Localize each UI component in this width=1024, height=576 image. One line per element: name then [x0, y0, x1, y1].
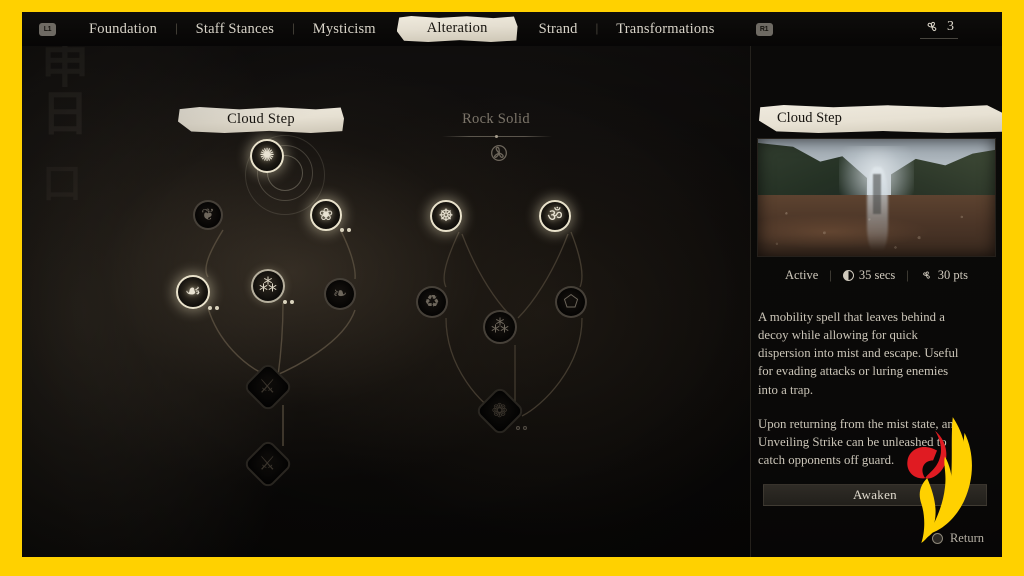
spirit-points-value: 3 — [947, 19, 954, 34]
skill-node-glyph: ❁ — [492, 399, 508, 422]
triskelion-icon — [927, 21, 937, 32]
tab-transformations[interactable]: Transformations — [599, 21, 731, 38]
return-label: Return — [949, 531, 984, 545]
skill-node-rock-solid-center-2[interactable]: ⁂ — [483, 310, 517, 344]
description-paragraph-2: Upon returning from the mist state, an U… — [758, 416, 954, 468]
detail-panel-title: Cloud Step — [759, 105, 1002, 133]
skill-node-rank-pips — [283, 300, 294, 304]
meta-separator: | — [829, 268, 832, 282]
ability-meta-row: Active | 35 secs | 30 pts — [758, 268, 995, 283]
ability-cost-label: 30 pts — [937, 268, 969, 282]
skill-node-rank-pips — [516, 426, 527, 430]
rock-solid-branch-icon — [491, 145, 507, 161]
tab-alteration[interactable]: Alteration — [396, 16, 518, 42]
skill-node-cloud-step-root[interactable]: ✺ — [250, 139, 284, 173]
skill-node-rock-solid-right-1[interactable]: ॐ — [539, 200, 571, 232]
ability-type-label: Active — [784, 268, 819, 282]
skill-node-cloud-step-right-1[interactable]: ❀ — [310, 199, 342, 231]
return-prompt[interactable]: Return — [931, 531, 984, 546]
ability-duration-label: 35 secs — [858, 268, 896, 282]
ability-preview-image — [758, 139, 995, 256]
skill-node-rank-pips — [340, 228, 351, 232]
game-viewport: 申日 口 L1 Foundation | Staff Stances | Mys… — [22, 12, 1002, 557]
skill-node-glyph: ⁂ — [259, 275, 277, 296]
clock-icon — [842, 270, 854, 281]
ability-detail-panel: Cloud Step Active | 35 secs | 30 pts A m… — [750, 46, 1002, 557]
skill-tree-links — [205, 229, 583, 446]
skill-node-glyph: ❧ — [332, 283, 348, 304]
skill-node-cloud-step-left-2[interactable]: ☙ — [176, 275, 210, 309]
awaken-button[interactable]: Awaken — [763, 484, 987, 506]
spirit-icon — [922, 271, 930, 279]
spirit-points-counter: 3 — [920, 19, 958, 39]
skill-node-glyph: ❦ — [201, 205, 215, 224]
ability-description: A mobility spell that leaves behind a de… — [758, 308, 970, 469]
meta-separator: | — [906, 268, 909, 282]
skill-node-glyph: ❀ — [318, 204, 334, 225]
skill-node-cloud-step-center-2[interactable]: ⁂ — [251, 269, 285, 303]
tab-mysticism[interactable]: Mysticism — [296, 21, 393, 38]
skill-node-cloud-step-right-2[interactable]: ❧ — [324, 278, 356, 310]
skill-node-rock-solid-right-2[interactable]: ⬠ — [555, 286, 587, 318]
tab-list: Foundation | Staff Stances | Mysticism A… — [72, 16, 732, 42]
tab-strand[interactable]: Strand — [522, 21, 595, 38]
screen-frame: 申日 口 L1 Foundation | Staff Stances | Mys… — [0, 0, 1024, 576]
ability-cost: 30 pts — [920, 268, 968, 283]
skill-node-cloud-step-left-1[interactable]: ❦ — [193, 200, 223, 230]
skill-node-glyph: ♻ — [424, 291, 440, 312]
skill-node-rock-solid-left-1[interactable]: ☸ — [430, 200, 462, 232]
r1-bumper-icon[interactable]: R1 — [755, 22, 773, 36]
skill-node-glyph: ⁂ — [491, 316, 509, 337]
ability-duration: 35 secs — [842, 268, 896, 283]
circle-button-icon — [931, 533, 943, 544]
skill-node-glyph: ✺ — [259, 145, 275, 166]
skill-node-glyph: ⚔ — [259, 375, 277, 398]
skill-node-rock-solid-left-2[interactable]: ♻ — [416, 286, 448, 318]
tab-foundation[interactable]: Foundation — [72, 21, 174, 38]
skill-node-glyph: ⬠ — [563, 291, 579, 312]
branch-title-cloud-step[interactable]: Cloud Step — [178, 107, 344, 133]
skill-tree-canvas: Cloud Step Rock Solid ✺ ❦ ❀ ☙ ⁂ ❧ ⚔ ⚔ ☸ ॐ ♻ ⬠ ⁂ ❁ — [22, 46, 762, 557]
skill-node-glyph: ॐ — [547, 205, 563, 226]
skill-node-glyph: ⚔ — [259, 452, 277, 475]
branch-title-rock-solid[interactable]: Rock Solid — [421, 111, 571, 128]
l1-bumper-icon[interactable]: L1 — [39, 22, 56, 36]
description-paragraph-1: A mobility spell that leaves behind a de… — [758, 310, 959, 397]
skill-node-glyph: ☸ — [438, 205, 454, 226]
tab-staff-stances[interactable]: Staff Stances — [179, 21, 291, 38]
skill-node-rank-pips — [208, 306, 219, 310]
top-navigation-bar: L1 Foundation | Staff Stances | Mysticis… — [22, 12, 1002, 46]
skill-node-glyph: ☙ — [184, 281, 202, 302]
branch-title-dot — [495, 135, 498, 138]
